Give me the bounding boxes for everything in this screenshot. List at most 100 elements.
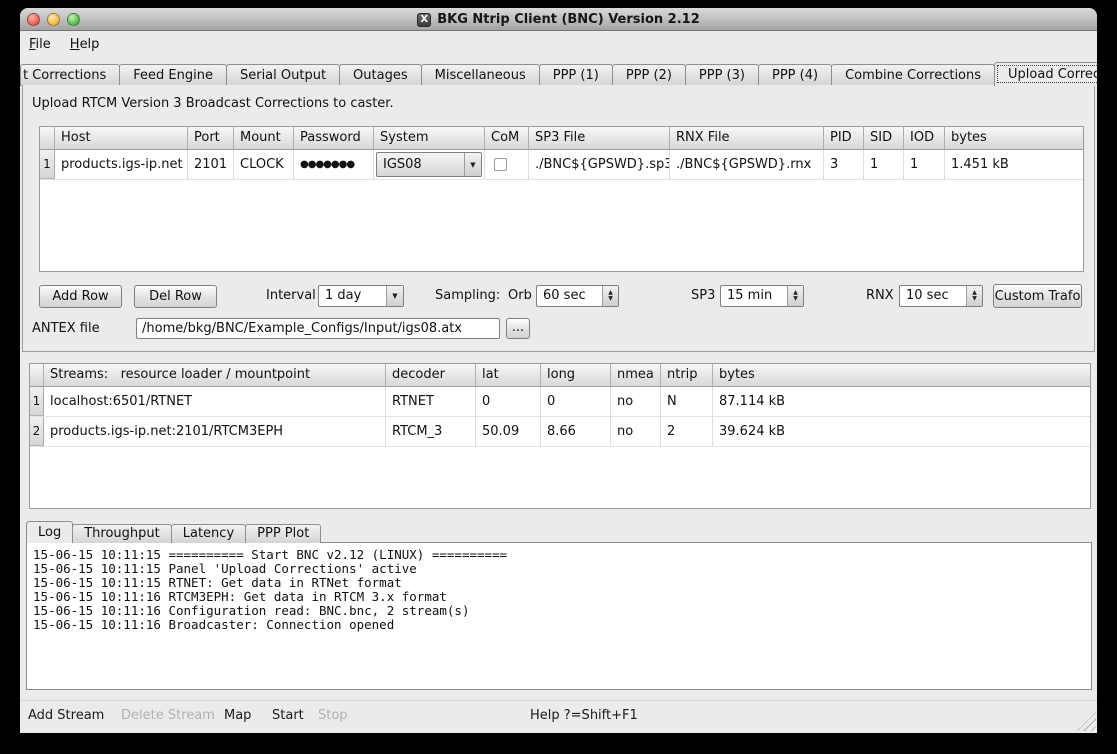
tab-upload-corrections[interactable]: Upload Corrections xyxy=(994,62,1097,86)
row-number: 1 xyxy=(40,150,55,179)
browse-antex-button[interactable]: ... xyxy=(506,318,530,339)
stream-bytes: 87.114 kB xyxy=(713,387,1090,416)
col-bytes: bytes xyxy=(713,364,1090,387)
stream-long: 8.66 xyxy=(541,417,611,446)
add-row-button[interactable]: Add Row xyxy=(39,285,122,308)
log-line: 15-06-15 10:11:16 Configuration read: BN… xyxy=(33,604,1085,618)
x11-app-icon: X xyxy=(417,13,431,27)
tab-miscellaneous[interactable]: Miscellaneous xyxy=(421,64,540,86)
host-cell[interactable]: products.igs-ip.net xyxy=(55,150,188,179)
sp3-file-cell[interactable]: ./BNC${GPSWD}.sp3 xyxy=(529,150,670,179)
col-system: System xyxy=(374,127,485,150)
col-sp3-file: SP3 File xyxy=(529,127,670,150)
spin-arrows-icon[interactable]: ▲▼ xyxy=(966,286,982,306)
password-cell[interactable]: ●●●●●●● xyxy=(294,150,374,179)
stream-lat: 0 xyxy=(476,387,541,416)
col-lat: lat xyxy=(476,364,541,387)
menu-bar: File Help xyxy=(20,32,1097,57)
col-pid: PID xyxy=(824,127,864,150)
bytes-cell: 1.451 kB xyxy=(945,150,1083,179)
custom-trafo-button[interactable]: Custom Trafo xyxy=(993,284,1082,308)
tab-ppp-plot[interactable]: PPP Plot xyxy=(245,524,321,543)
streams-table: Streams: resource loader / mountpoint de… xyxy=(29,363,1091,509)
col-streams: Streams: resource loader / mountpoint xyxy=(44,364,386,387)
log-line: 15-06-15 10:11:15 Panel 'Upload Correcti… xyxy=(33,562,1085,576)
tab-outages[interactable]: Outages xyxy=(339,64,422,86)
start-button[interactable]: Start xyxy=(272,708,304,723)
col-bytes: bytes xyxy=(945,127,1083,150)
col-com: CoM xyxy=(485,127,529,150)
col-long: long xyxy=(541,364,611,387)
stream-row[interactable]: 1 localhost:6501/RTNET RTNET 0 0 no N 87… xyxy=(30,387,1090,417)
stream-decoder: RTNET xyxy=(386,387,476,416)
tab-throughput[interactable]: Throughput xyxy=(72,524,172,543)
row-number: 2 xyxy=(30,417,44,446)
upload-table-row: 1 products.igs-ip.net 2101 CLOCK ●●●●●●●… xyxy=(40,150,1083,180)
log-tab-bar: Log Throughput Latency PPP Plot xyxy=(26,521,320,543)
add-stream-button[interactable]: Add Stream xyxy=(28,708,104,723)
panel-caption: Upload RTCM Version 3 Broadcast Correcti… xyxy=(32,96,394,111)
stream-decoder: RTCM_3 xyxy=(386,417,476,446)
stream-ntrip: 2 xyxy=(661,417,713,446)
tab-combine-corrections[interactable]: Combine Corrections xyxy=(831,64,995,86)
log-line: 15-06-15 10:11:16 Broadcaster: Connectio… xyxy=(33,618,1085,632)
tab-ppp-2[interactable]: PPP (2) xyxy=(612,64,686,86)
spin-arrows-icon[interactable]: ▲▼ xyxy=(787,286,803,306)
orb-sampling-spinbox[interactable]: 60 sec ▲▼ xyxy=(536,285,619,307)
tab-broadcast-corrections[interactable]: t Corrections xyxy=(20,64,120,86)
chevron-down-icon: ▼ xyxy=(386,286,403,306)
stop-button: Stop xyxy=(318,708,348,723)
iod-cell[interactable]: 1 xyxy=(904,150,945,179)
col-rnx-file: RNX File xyxy=(670,127,824,150)
window-title: X BKG Ntrip Client (BNC) Version 2.12 xyxy=(20,8,1097,31)
mount-cell[interactable]: CLOCK xyxy=(234,150,294,179)
col-mount: Mount xyxy=(234,127,294,150)
spin-arrows-icon[interactable]: ▲▼ xyxy=(602,286,618,306)
interval-combobox[interactable]: 1 day ▼ xyxy=(318,285,404,307)
sp3-value: 15 min xyxy=(727,286,772,306)
tab-ppp-3[interactable]: PPP (3) xyxy=(685,64,759,86)
desktop: X BKG Ntrip Client (BNC) Version 2.12 Fi… xyxy=(0,0,1117,754)
com-checkbox[interactable] xyxy=(494,158,507,171)
chevron-down-icon: ▼ xyxy=(464,153,481,176)
rnx-label: RNX xyxy=(866,285,894,307)
col-nmea: nmea xyxy=(611,364,661,387)
col-iod: IOD xyxy=(904,127,945,150)
tab-latency[interactable]: Latency xyxy=(171,524,246,543)
streams-table-header: Streams: resource loader / mountpoint de… xyxy=(30,364,1090,387)
tab-log[interactable]: Log xyxy=(26,521,73,543)
tab-ppp-4[interactable]: PPP (4) xyxy=(758,64,832,86)
col-sid: SID xyxy=(864,127,904,150)
col-host: Host xyxy=(55,127,188,150)
del-row-button[interactable]: Del Row xyxy=(134,285,217,308)
row-number: 1 xyxy=(30,387,44,416)
pid-cell[interactable]: 3 xyxy=(824,150,864,179)
resize-grip[interactable] xyxy=(1077,712,1096,731)
menu-file[interactable]: File xyxy=(29,37,51,52)
title-bar[interactable]: X BKG Ntrip Client (BNC) Version 2.12 xyxy=(20,8,1097,31)
help-shortcut-label: Help ?=Shift+F1 xyxy=(530,708,638,723)
orb-value: 60 sec xyxy=(543,286,586,306)
rnx-sampling-spinbox[interactable]: 10 sec ▲▼ xyxy=(899,285,983,307)
sid-cell[interactable]: 1 xyxy=(864,150,904,179)
tab-feed-engine[interactable]: Feed Engine xyxy=(119,64,227,86)
stream-ntrip: N xyxy=(661,387,713,416)
menu-help[interactable]: Help xyxy=(70,37,100,52)
map-button[interactable]: Map xyxy=(224,708,251,723)
sp3-sampling-spinbox[interactable]: 15 min ▲▼ xyxy=(720,285,804,307)
log-output[interactable]: 15-06-15 10:11:15 ========== Start BNC v… xyxy=(26,542,1092,690)
tab-serial-output[interactable]: Serial Output xyxy=(226,64,340,86)
stream-row[interactable]: 2 products.igs-ip.net:2101/RTCM3EPH RTCM… xyxy=(30,417,1090,447)
stream-lat: 50.09 xyxy=(476,417,541,446)
stream-nmea: no xyxy=(611,417,661,446)
col-port: Port xyxy=(188,127,234,150)
tab-bar: t Corrections Feed Engine Serial Output … xyxy=(20,62,1097,86)
antex-file-input[interactable]: /home/bkg/BNC/Example_Configs/Input/igs0… xyxy=(136,318,500,339)
system-combobox[interactable]: IGS08 ▼ xyxy=(376,152,482,177)
port-cell[interactable]: 2101 xyxy=(188,150,234,179)
corner-header xyxy=(30,364,44,387)
rnx-file-cell[interactable]: ./BNC${GPSWD}.rnx xyxy=(670,150,824,179)
sp3-label: SP3 xyxy=(691,285,715,307)
tab-ppp-1[interactable]: PPP (1) xyxy=(539,64,613,86)
com-cell xyxy=(485,150,529,179)
